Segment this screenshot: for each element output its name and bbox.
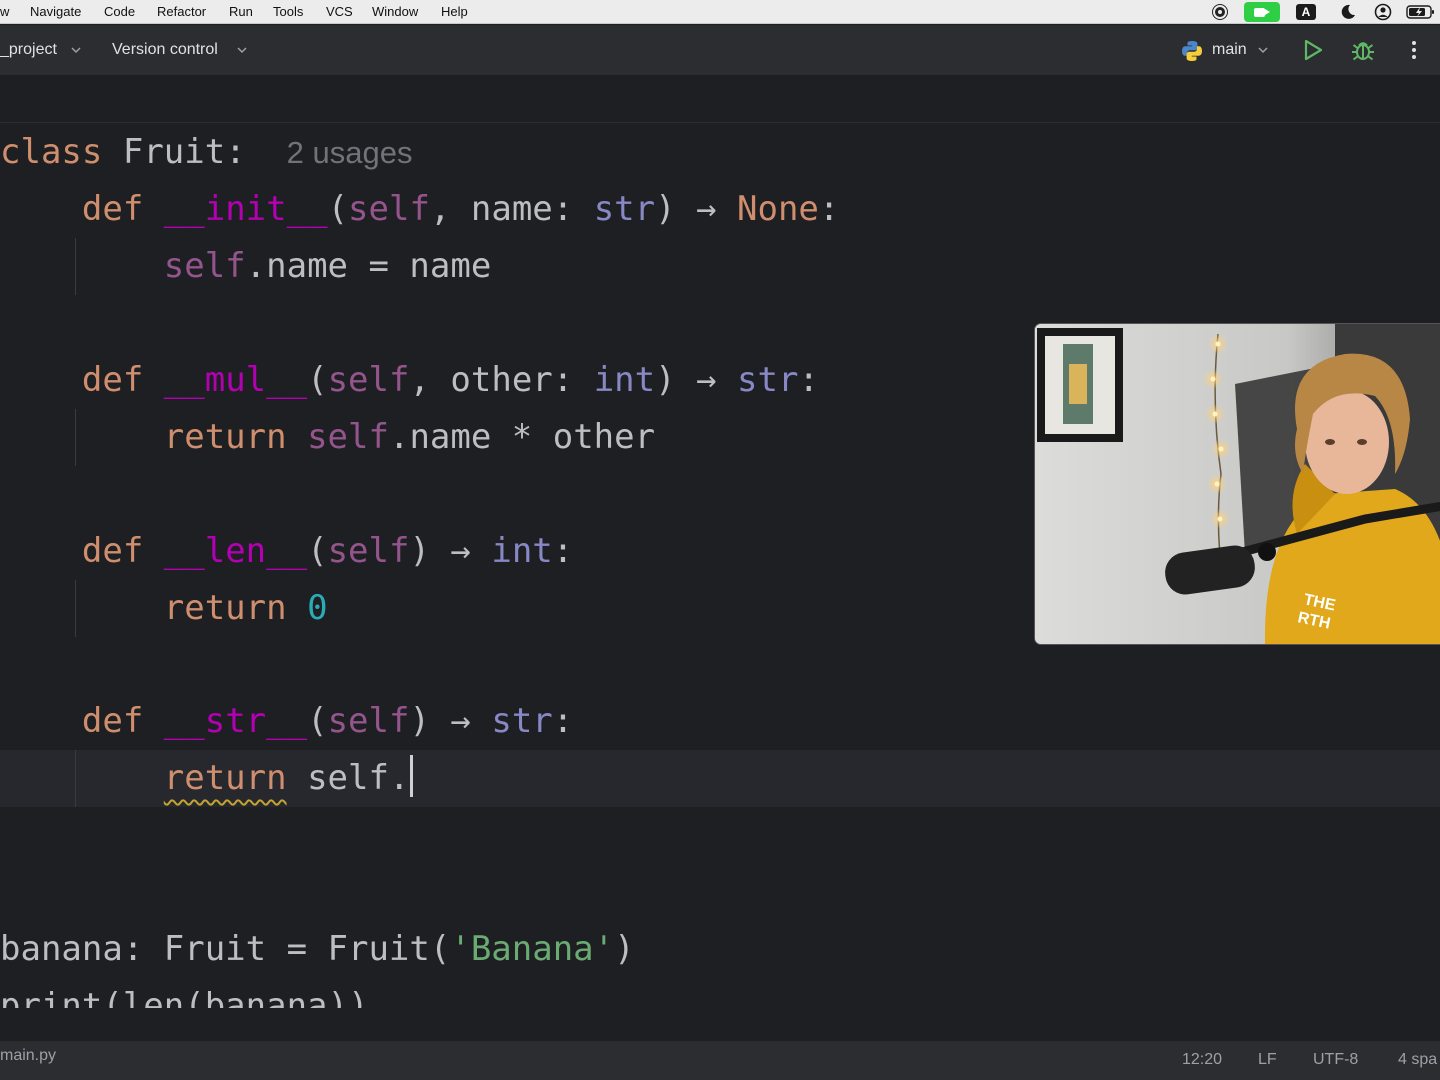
return-type-token: str	[491, 701, 553, 741]
run-config-selector[interactable]: main	[1212, 41, 1247, 59]
return-type-token: str	[737, 360, 799, 400]
param-token: , other:	[409, 360, 594, 400]
breadcrumb-file[interactable]: main.py	[0, 1047, 56, 1065]
return-type-token: None	[737, 189, 819, 229]
vcs-widget[interactable]: Version control	[112, 41, 218, 59]
code-line-banana-assign[interactable]: banana: Fruit = Fruit('Banana')	[0, 921, 635, 978]
system-menu-bar: w Navigate Code Refactor Run Tools VCS W…	[0, 0, 1440, 24]
ide-toolbar: _project Version control main	[0, 25, 1440, 76]
chevron-down-icon[interactable]	[1257, 44, 1269, 56]
type-token: str	[593, 189, 656, 229]
keyword-token: return	[163, 588, 287, 628]
usages-inlay-hint[interactable]: 2 usages	[287, 135, 413, 170]
arrow-token: ) →	[409, 531, 492, 571]
arrow-token: ) →	[655, 189, 738, 229]
punct-token: (	[327, 189, 349, 229]
statement-token: .name * other	[388, 417, 656, 457]
indent-settings[interactable]: 4 spa	[1398, 1051, 1437, 1069]
user-icon[interactable]	[1374, 3, 1392, 21]
method-name-token: __mul__	[163, 360, 308, 400]
self-token: self	[327, 360, 410, 400]
keyword-token: def	[81, 360, 144, 400]
line-separator[interactable]: LF	[1258, 1051, 1277, 1069]
caret-position[interactable]: 12:20	[1182, 1051, 1222, 1069]
file-encoding[interactable]: UTF-8	[1313, 1051, 1358, 1069]
sticky-lines-separator	[0, 122, 1440, 123]
menu-navigate[interactable]: Navigate	[30, 4, 81, 19]
debug-icon[interactable]	[1350, 37, 1376, 63]
punct-token: :	[818, 189, 840, 229]
arrow-token: ) →	[655, 360, 738, 400]
self-token: self	[327, 701, 410, 741]
method-name-token: __len__	[163, 531, 308, 571]
code-line-def-init[interactable]: def __init__(self, name: str) → None:	[0, 181, 840, 238]
code-line-return-len[interactable]: return 0	[0, 580, 328, 637]
keyword-token: def	[81, 531, 144, 571]
punct-token: :	[552, 701, 574, 741]
more-vertical-icon[interactable]	[1404, 37, 1424, 63]
record-icon[interactable]	[1213, 5, 1227, 19]
menu-run[interactable]: Run	[229, 4, 253, 19]
camera-icon[interactable]	[1244, 2, 1280, 22]
punct-token: (	[307, 360, 328, 400]
punct-token: :	[552, 531, 574, 571]
code-line-print-len[interactable]: print(len(banana))	[0, 978, 368, 1008]
menu-vcs[interactable]: VCS	[326, 4, 353, 19]
statement-token: .name = name	[245, 246, 492, 286]
code-line-assign-name[interactable]: self.name = name	[0, 238, 492, 295]
method-name-token: __init__	[163, 189, 328, 229]
method-name-token: __str__	[163, 701, 308, 741]
webcam-overlay: THE RTH	[1034, 323, 1440, 645]
code-line-class-fruit[interactable]: class Fruit: 2 usages	[0, 124, 412, 181]
menu-window[interactable]: Window	[372, 4, 418, 19]
statement-token: print(len(banana))	[0, 986, 369, 1008]
code-line-return-str[interactable]: return self.	[0, 750, 414, 807]
keyword-token: def	[81, 189, 144, 229]
focus-moon-icon[interactable]	[1339, 3, 1357, 21]
self-token: self	[327, 531, 410, 571]
status-bar: main.py 12:20 LF UTF-8 4 spa	[0, 1040, 1440, 1080]
code-line-def-len[interactable]: def __len__(self) → int:	[0, 523, 573, 580]
menu-view[interactable]: w	[0, 4, 9, 19]
code-line-return-mul[interactable]: return self.name * other	[0, 409, 655, 466]
chevron-down-icon[interactable]	[70, 44, 82, 56]
battery-icon[interactable]	[1406, 5, 1436, 19]
class-name-token: Fruit	[122, 132, 226, 172]
keyword-token: def	[81, 701, 144, 741]
punct-token: (	[307, 701, 328, 741]
self-token: self	[307, 417, 389, 457]
punct-token: )	[614, 929, 635, 969]
type-token: int	[593, 360, 656, 400]
statement-token: self.	[307, 758, 410, 798]
punct-token: :	[225, 132, 246, 172]
self-token: self	[348, 189, 430, 229]
run-icon[interactable]	[1300, 37, 1326, 63]
statement-token: banana: Fruit = Fruit(	[0, 929, 451, 969]
input-source-icon[interactable]: A	[1296, 4, 1316, 20]
arrow-token: ) →	[409, 701, 492, 741]
keyword-token-warning[interactable]: return	[164, 758, 287, 798]
python-icon	[1182, 41, 1202, 61]
menu-refactor[interactable]: Refactor	[157, 4, 206, 19]
menu-code[interactable]: Code	[104, 4, 135, 19]
keyword-token: class	[0, 132, 103, 172]
menu-help[interactable]: Help	[441, 4, 468, 19]
param-token: , name:	[429, 189, 594, 229]
code-line-def-str[interactable]: def __str__(self) → str:	[0, 693, 573, 750]
string-token: 'Banana'	[450, 929, 615, 969]
number-token: 0	[307, 588, 328, 628]
menu-tools[interactable]: Tools	[273, 4, 303, 19]
text-caret	[410, 755, 414, 797]
project-selector[interactable]: _project	[0, 41, 57, 59]
keyword-token: return	[163, 417, 287, 457]
punct-token: (	[307, 531, 328, 571]
chevron-down-icon[interactable]	[236, 44, 248, 56]
code-line-def-mul[interactable]: def __mul__(self, other: int) → str:	[0, 352, 819, 409]
self-token: self	[163, 246, 246, 286]
punct-token: :	[798, 360, 819, 400]
presenter-video-frame: THE RTH	[1035, 324, 1440, 644]
return-type-token: int	[491, 531, 553, 571]
